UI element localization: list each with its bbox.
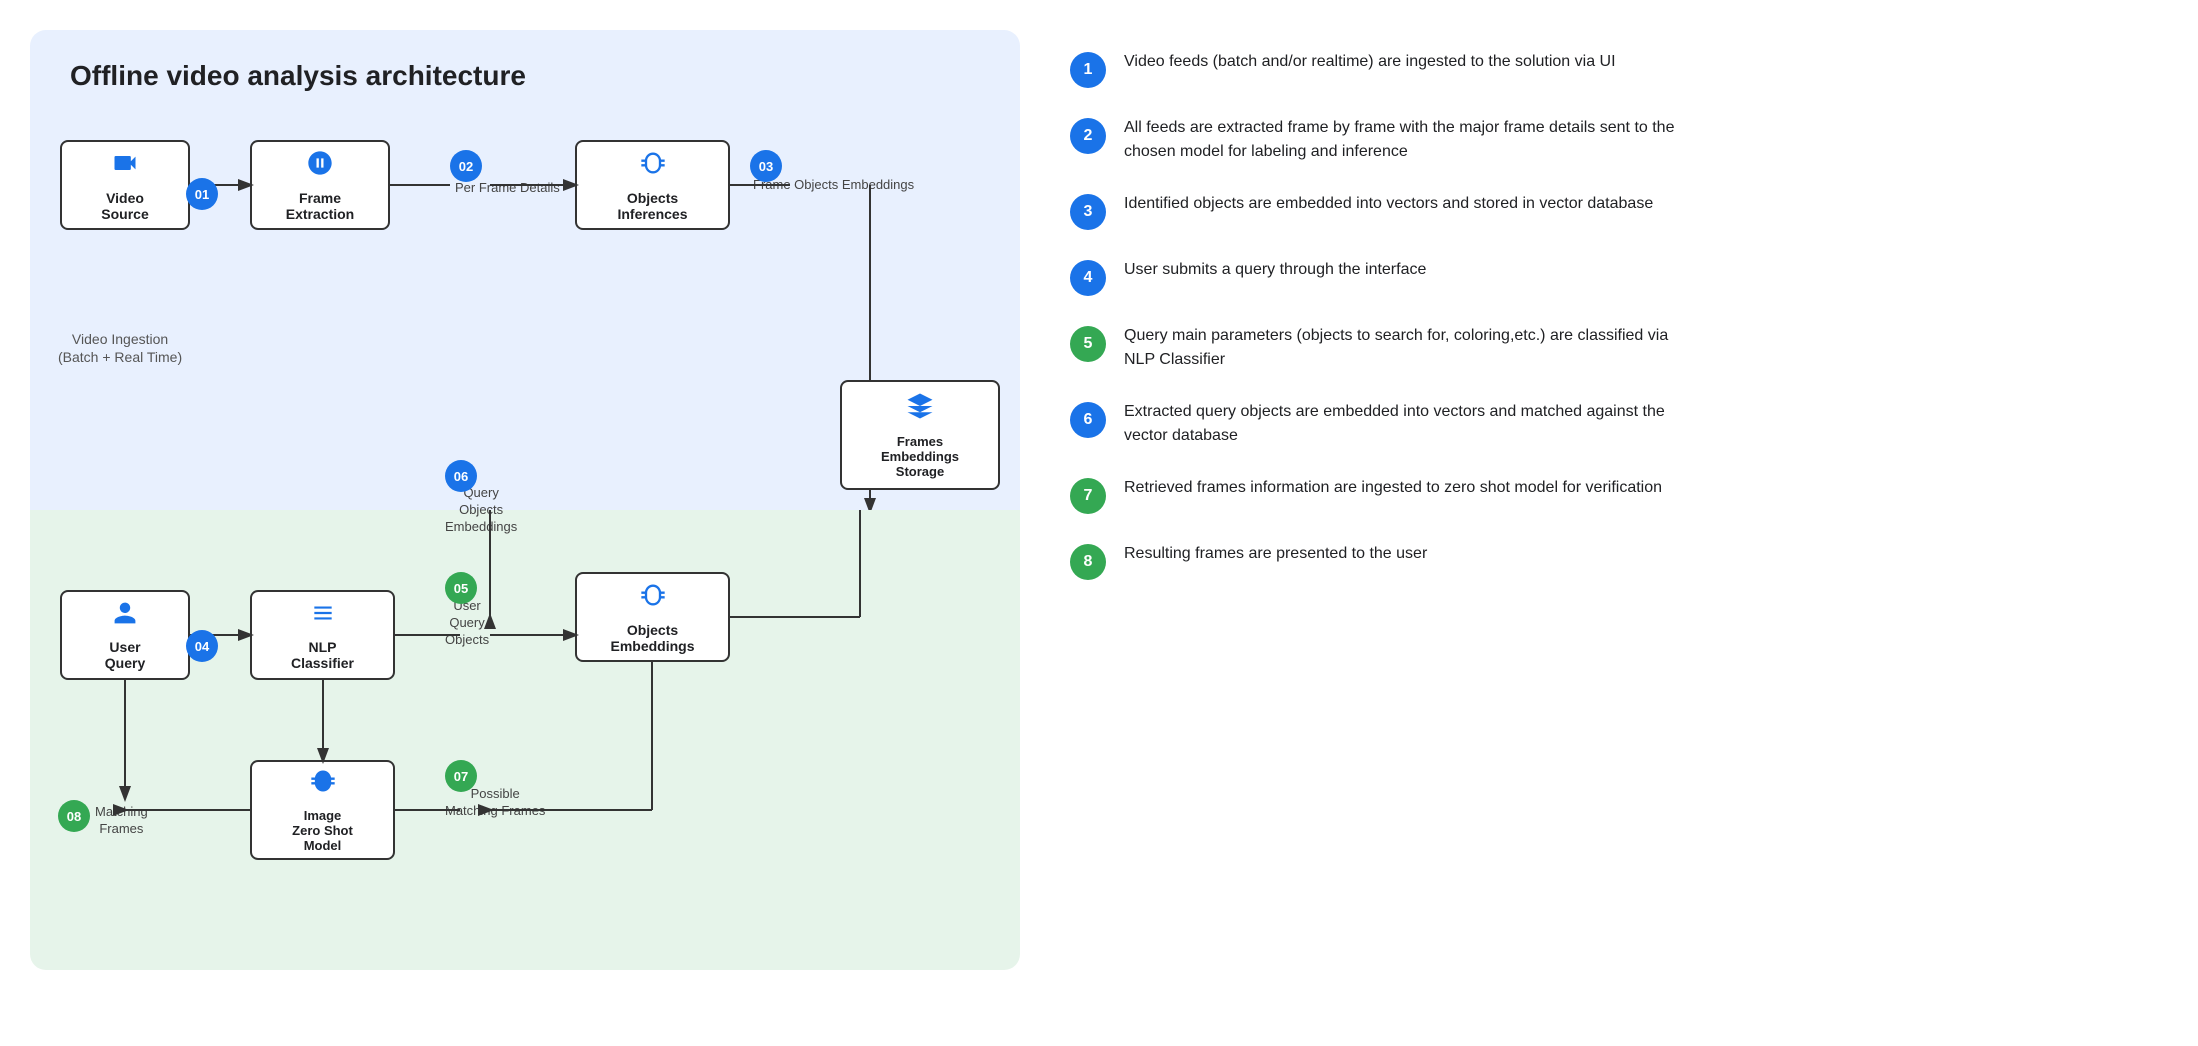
box-objects-embeddings: ObjectsEmbeddings: [575, 572, 730, 662]
query-objects-label: QueryObjectsEmbeddings: [445, 485, 517, 536]
video-source-icon: [111, 149, 139, 184]
legend-badge-1: 1: [1070, 52, 1106, 88]
legend-badge-4: 4: [1070, 260, 1106, 296]
nlp-classifier-icon: [310, 600, 336, 633]
badge-04: 04: [186, 630, 218, 662]
legend-item-1: 1 Video feeds (batch and/or realtime) ar…: [1070, 50, 2158, 88]
badge-03: 03: [750, 150, 782, 182]
legend-text-1: Video feeds (batch and/or realtime) are …: [1124, 50, 1616, 74]
box-user-query: UserQuery: [60, 590, 190, 680]
legend-item-5: 5 Query main parameters (objects to sear…: [1070, 324, 2158, 372]
box-nlp-classifier: NLPClassifier: [250, 590, 395, 680]
legend-badge-3: 3: [1070, 194, 1106, 230]
box-image-zero-shot: ImageZero ShotModel: [250, 760, 395, 860]
legend-item-6: 6 Extracted query objects are embedded i…: [1070, 400, 2158, 448]
image-zero-shot-icon: [309, 767, 337, 802]
badge-01: 01: [186, 178, 218, 210]
objects-inferences-label: ObjectsInferences: [617, 190, 687, 222]
legend-badge-2: 2: [1070, 118, 1106, 154]
diagram-area: Offline video analysis architecture Vide…: [30, 30, 1020, 970]
user-query-icon: [112, 600, 138, 633]
legend-text-5: Query main parameters (objects to search…: [1124, 324, 1684, 372]
bottom-arrows: [30, 510, 1020, 970]
main-container: Offline video analysis architecture Vide…: [30, 30, 2168, 1016]
video-ingestion-label: Video Ingestion(Batch + Real Time): [58, 330, 182, 366]
image-zero-shot-label: ImageZero ShotModel: [292, 808, 353, 853]
objects-embeddings-icon: [639, 581, 667, 616]
legend-text-8: Resulting frames are presented to the us…: [1124, 542, 1427, 566]
per-frame-label: Per Frame Details: [455, 180, 560, 197]
legend-item-8: 8 Resulting frames are presented to the …: [1070, 542, 2158, 580]
legend-item-3: 3 Identified objects are embedded into v…: [1070, 192, 2158, 230]
badge-08: 08: [58, 800, 90, 832]
legend-text-4: User submits a query through the interfa…: [1124, 258, 1426, 282]
objects-embeddings-label: ObjectsEmbeddings: [610, 622, 694, 654]
bottom-section: FramesEmbeddingsStorage UserQuery 04 NLP…: [30, 510, 1020, 970]
video-source-label: VideoSource: [101, 190, 148, 222]
user-query-objects-label: UserQueryObjects: [445, 598, 489, 649]
legend-text-3: Identified objects are embedded into vec…: [1124, 192, 1653, 216]
matching-frames-label: MatchingFrames: [95, 804, 148, 838]
frame-extraction-icon: [306, 149, 334, 184]
badge-05: 05: [445, 572, 477, 604]
diagram-title: Offline video analysis architecture: [70, 60, 980, 92]
box-video-source: VideoSource: [60, 140, 190, 230]
legend-text-6: Extracted query objects are embedded int…: [1124, 400, 1684, 448]
badge-02: 02: [450, 150, 482, 182]
legend-badge-5: 5: [1070, 326, 1106, 362]
box-frame-extraction: FrameExtraction: [250, 140, 390, 230]
legend-badge-6: 6: [1070, 402, 1106, 438]
badge-06: 06: [445, 460, 477, 492]
legend-text-2: All feeds are extracted frame by frame w…: [1124, 116, 1684, 164]
frame-extraction-label: FrameExtraction: [286, 190, 354, 222]
box-frames-embeddings: FramesEmbeddingsStorage: [840, 380, 1000, 490]
legend-area: 1 Video feeds (batch and/or realtime) ar…: [1060, 30, 2168, 600]
legend-badge-7: 7: [1070, 478, 1106, 514]
legend-item-4: 4 User submits a query through the inter…: [1070, 258, 2158, 296]
legend-badge-8: 8: [1070, 544, 1106, 580]
badge-07: 07: [445, 760, 477, 792]
frames-embeddings-label: FramesEmbeddingsStorage: [881, 434, 959, 479]
legend-item-2: 2 All feeds are extracted frame by frame…: [1070, 116, 2158, 164]
frames-embeddings-icon: [905, 391, 935, 428]
legend-item-7: 7 Retrieved frames information are inges…: [1070, 476, 2158, 514]
legend-text-7: Retrieved frames information are ingeste…: [1124, 476, 1662, 500]
user-query-label: UserQuery: [105, 639, 145, 671]
box-objects-inferences: ObjectsInferences: [575, 140, 730, 230]
nlp-classifier-label: NLPClassifier: [291, 639, 354, 671]
frame-objects-label: Frame Objects Embeddings: [753, 177, 914, 194]
objects-inferences-icon: [639, 149, 667, 184]
